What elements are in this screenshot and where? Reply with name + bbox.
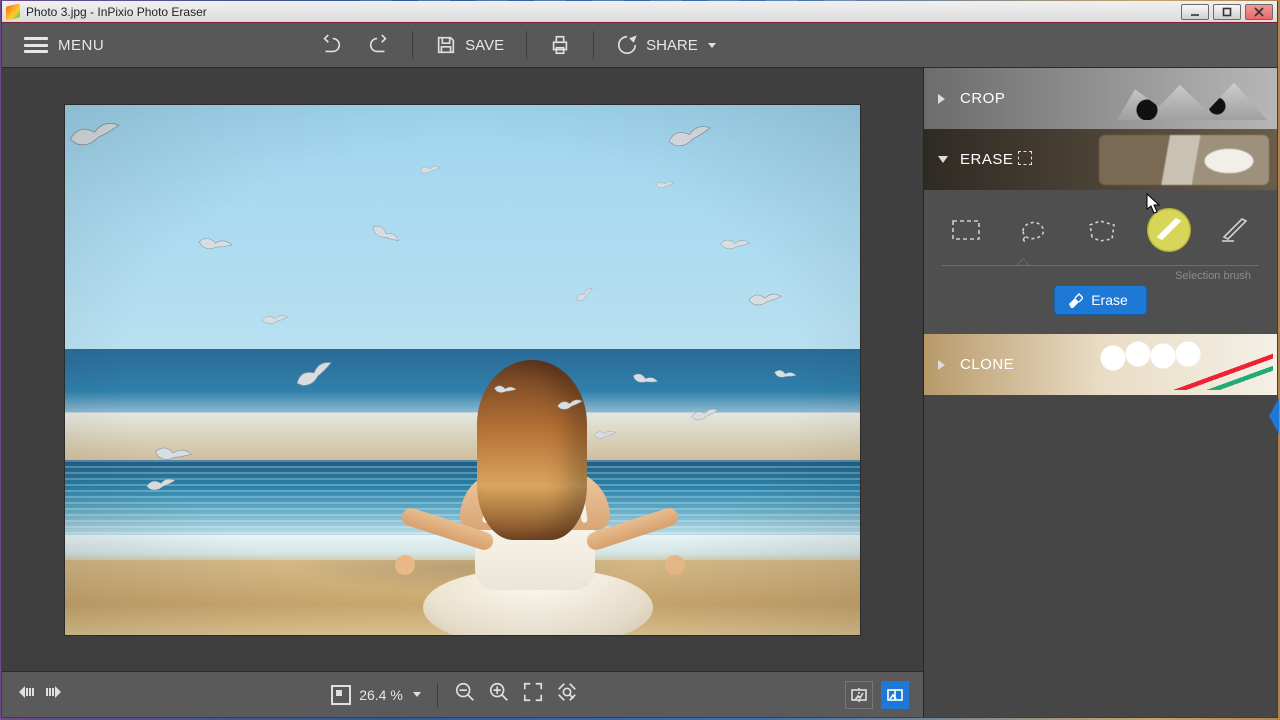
print-button[interactable] <box>541 30 579 60</box>
share-label: SHARE <box>646 37 698 54</box>
canvas-viewport[interactable] <box>2 68 923 671</box>
undo-icon <box>320 34 342 56</box>
chevron-down-icon <box>938 156 948 163</box>
panel-clone-header[interactable]: CLONE <box>924 334 1277 395</box>
cursor-icon <box>1146 193 1162 215</box>
main-toolbar: MENU SAVE SHARE <box>2 23 1277 68</box>
zoom-out-button[interactable] <box>454 681 476 708</box>
chevron-down-icon <box>708 43 716 48</box>
hamburger-icon <box>24 37 48 53</box>
chevron-right-icon <box>938 94 945 104</box>
panel-collapse-handle[interactable] <box>1269 398 1279 434</box>
app-icon <box>6 3 20 20</box>
prev-image-button[interactable] <box>16 684 36 705</box>
app-window: Photo 3.jpg - InPixio Photo Eraser MENU <box>1 1 1278 718</box>
window-minimize-button[interactable] <box>1181 4 1209 20</box>
redo-button[interactable] <box>360 30 398 60</box>
menu-button[interactable]: MENU <box>16 33 112 58</box>
next-image-button[interactable] <box>44 684 64 705</box>
erase-tools-section: Selection brush Erase <box>924 190 1277 334</box>
save-button[interactable]: SAVE <box>427 30 512 60</box>
tool-eraser-brush[interactable] <box>1211 212 1259 248</box>
tool-tooltip: Selection brush <box>1175 270 1251 282</box>
redo-icon <box>368 34 390 56</box>
compare-original-button[interactable] <box>845 681 873 709</box>
photo-canvas[interactable] <box>65 105 860 635</box>
share-button[interactable]: SHARE <box>608 30 724 60</box>
tool-lasso-select[interactable] <box>1010 212 1058 248</box>
tool-rectangle-select[interactable] <box>942 212 990 248</box>
menu-label: MENU <box>58 37 104 54</box>
compare-split-button[interactable] <box>881 681 909 709</box>
actual-size-button[interactable] <box>556 681 578 708</box>
erase-apply-button[interactable]: Erase <box>1055 286 1146 314</box>
fit-screen-button[interactable] <box>522 681 544 708</box>
print-icon <box>549 34 571 56</box>
window-maximize-button[interactable] <box>1213 4 1241 20</box>
titlebar[interactable]: Photo 3.jpg - InPixio Photo Eraser <box>2 1 1277 23</box>
chevron-right-icon <box>938 360 945 370</box>
status-bar: 26.4 % <box>2 671 923 717</box>
panel-erase-label: ERASE <box>960 151 1013 168</box>
zoom-percent: 26.4 % <box>359 687 403 703</box>
chevron-down-icon[interactable] <box>413 692 421 697</box>
share-icon <box>616 34 638 56</box>
panel-erase-header[interactable]: ERASE <box>924 129 1277 190</box>
undo-button[interactable] <box>312 30 350 60</box>
tool-polygon-select[interactable] <box>1079 212 1127 248</box>
canvas-area: 26.4 % <box>2 68 923 717</box>
panel-crop-label: CROP <box>960 90 1005 107</box>
tools-panel: CROP ERASE <box>923 68 1277 717</box>
active-tool-indicator <box>1016 258 1030 266</box>
panel-clone-label: CLONE <box>960 356 1014 373</box>
eraser-icon <box>1067 292 1083 308</box>
window-title: Photo 3.jpg - InPixio Photo Eraser <box>26 5 207 19</box>
window-close-button[interactable] <box>1245 4 1273 20</box>
panel-crop-header[interactable]: CROP <box>924 68 1277 129</box>
save-label: SAVE <box>465 37 504 54</box>
zoom-in-button[interactable] <box>488 681 510 708</box>
erase-apply-label: Erase <box>1091 292 1128 308</box>
zoom-level-icon <box>331 685 351 705</box>
save-icon <box>435 34 457 56</box>
selection-marquee-icon <box>1018 151 1032 165</box>
